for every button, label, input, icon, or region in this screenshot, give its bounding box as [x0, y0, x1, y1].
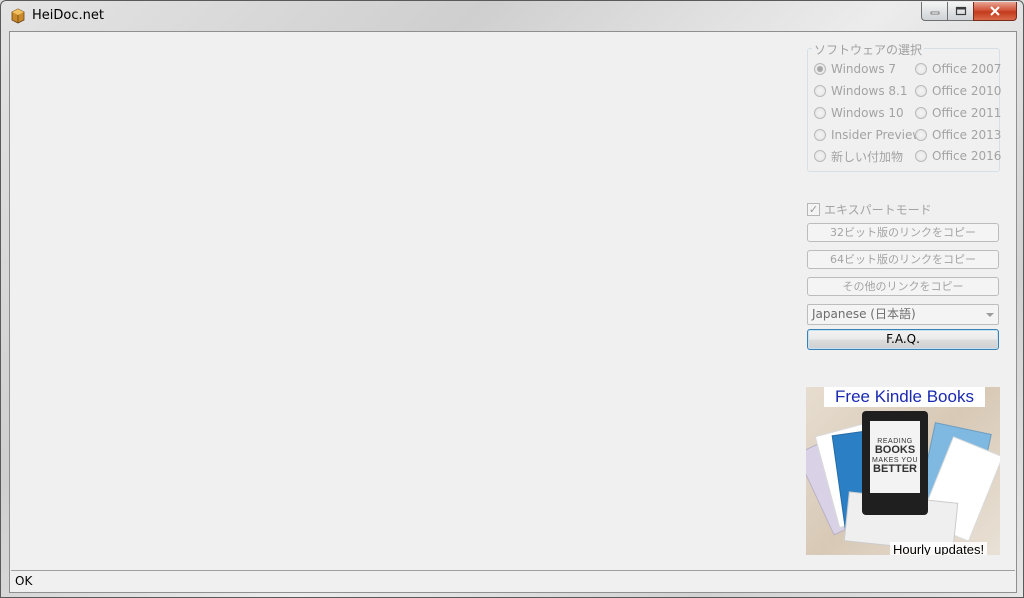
- client-area: ソフトウェアの選択 Windows 7 Windows 8.1 Windows …: [9, 31, 1017, 593]
- window-title: HeiDoc.net: [32, 8, 104, 23]
- radio-button-icon: [814, 63, 826, 75]
- checkbox-label: エキスパートモード: [824, 202, 932, 217]
- status-text: OK: [15, 574, 33, 588]
- radio-button-icon: [814, 129, 826, 141]
- radio-button-icon: [814, 150, 826, 162]
- radio-new-additions[interactable]: 新しい付加物: [814, 148, 903, 164]
- radio-button-icon: [915, 63, 927, 75]
- ereader-screen: READING BOOKS MAKES YOU BETTER: [870, 421, 920, 493]
- content-area: [11, 33, 799, 569]
- radio-button-icon: [915, 150, 927, 162]
- app-window: HeiDoc.net ソフトウェアの選択 Windows 7 Windows 8…: [0, 0, 1024, 598]
- maximize-icon: [955, 6, 966, 16]
- group-legend: ソフトウェアの選択: [812, 41, 925, 58]
- copy-other-link-button[interactable]: その他のリンクをコピー: [807, 277, 999, 296]
- radio-office-2013[interactable]: Office 2013: [915, 127, 1001, 143]
- expert-mode-checkbox[interactable]: ✓ エキスパートモード: [807, 201, 932, 217]
- language-select[interactable]: Japanese (日本語): [807, 304, 999, 325]
- radio-button-icon: [915, 107, 927, 119]
- radio-label: Windows 8.1: [831, 84, 908, 98]
- checkmark-icon: ✓: [807, 202, 820, 216]
- ereader-image: READING BOOKS MAKES YOU BETTER: [862, 411, 928, 515]
- radio-label: Office 2013: [932, 128, 1002, 142]
- radio-label: Windows 7: [831, 62, 897, 76]
- minimize-button[interactable]: [921, 2, 947, 21]
- radio-label: Office 2007: [932, 62, 1002, 76]
- kindle-books-banner[interactable]: READING BOOKS MAKES YOU BETTER Free Kind…: [806, 387, 1000, 555]
- software-selection-group: ソフトウェアの選択 Windows 7 Windows 8.1 Windows …: [807, 41, 1001, 172]
- radio-insider-preview[interactable]: Insider Preview: [814, 127, 922, 143]
- radio-label: Insider Preview: [831, 128, 923, 142]
- radio-button-icon: [915, 85, 927, 97]
- radio-button-icon: [915, 129, 927, 141]
- radio-label: 新しい付加物: [831, 149, 904, 164]
- app-box-icon: [11, 8, 25, 24]
- radio-office-2016[interactable]: Office 2016: [915, 148, 1001, 164]
- radio-button-icon: [814, 107, 826, 119]
- status-bar: OK: [11, 570, 1015, 592]
- radio-office-2010[interactable]: Office 2010: [915, 83, 1001, 99]
- copy-32bit-link-button[interactable]: 32ビット版のリンクをコピー: [807, 223, 999, 242]
- language-select-value: Japanese (日本語): [812, 307, 916, 321]
- copy-64bit-link-button[interactable]: 64ビット版のリンクをコピー: [807, 250, 999, 269]
- maximize-button[interactable]: [947, 2, 973, 21]
- screen-text: BOOKS: [874, 444, 916, 457]
- radio-office-2007[interactable]: Office 2007: [915, 61, 1001, 77]
- close-button[interactable]: [973, 2, 1017, 21]
- title-bar[interactable]: HeiDoc.net: [1, 1, 1023, 31]
- radio-windows-7[interactable]: Windows 7: [814, 61, 896, 77]
- banner-footer: Hourly updates!: [890, 542, 988, 555]
- banner-title: Free Kindle Books: [824, 387, 985, 407]
- chevron-down-icon: [986, 313, 994, 317]
- radio-label: Office 2011: [932, 106, 1002, 120]
- radio-windows-10[interactable]: Windows 10: [814, 105, 904, 121]
- radio-button-icon: [814, 85, 826, 97]
- faq-button[interactable]: F.A.Q.: [807, 329, 999, 350]
- minimize-icon: [930, 11, 939, 15]
- radio-label: Windows 10: [831, 106, 904, 120]
- radio-label: Office 2016: [932, 149, 1002, 163]
- radio-windows-8-1[interactable]: Windows 8.1: [814, 83, 907, 99]
- screen-text: BETTER: [873, 463, 917, 476]
- caption-buttons: [921, 2, 1017, 22]
- radio-office-2011[interactable]: Office 2011: [915, 105, 1001, 121]
- close-icon: [990, 6, 1000, 16]
- radio-label: Office 2010: [932, 84, 1002, 98]
